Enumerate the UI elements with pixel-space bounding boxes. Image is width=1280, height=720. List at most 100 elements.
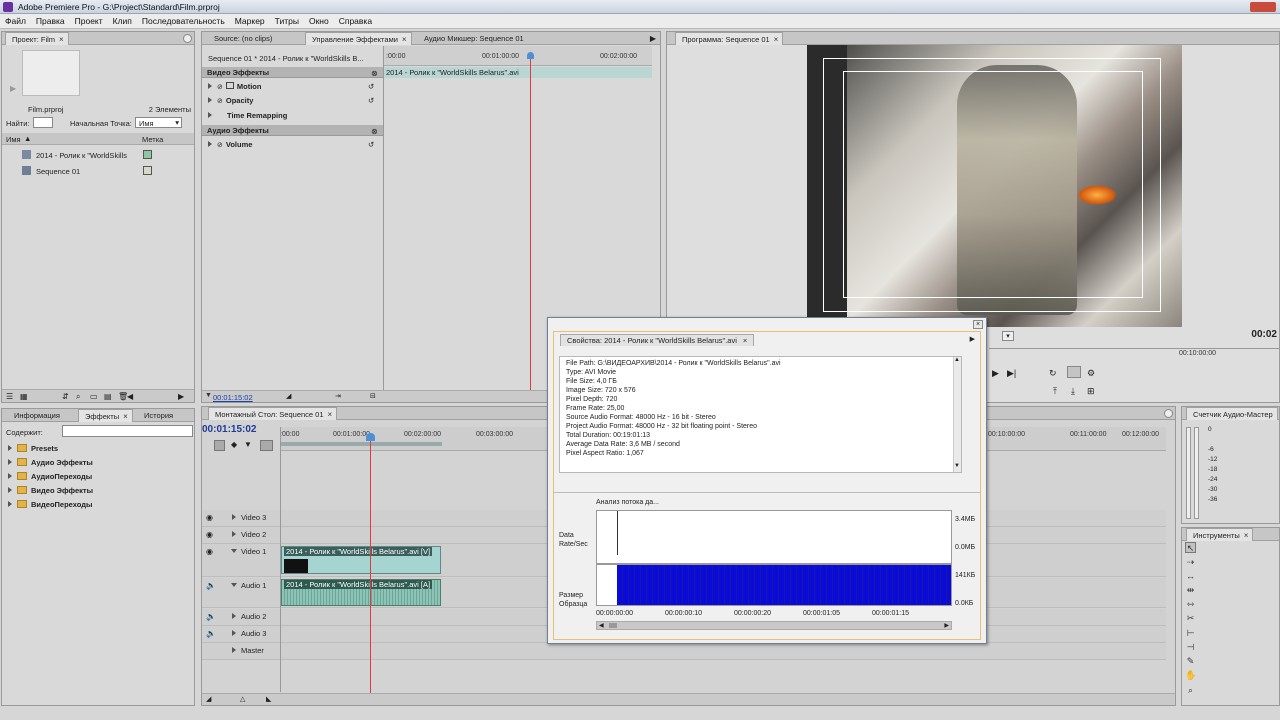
folder-video-transitions[interactable]: ВидеоПереходы bbox=[2, 498, 194, 512]
eye-icon[interactable]: ◉ bbox=[206, 530, 213, 539]
tab-info[interactable]: Информация bbox=[8, 409, 64, 422]
menu-marker[interactable]: Маркер bbox=[230, 14, 270, 26]
tab-program[interactable]: Программа: Sequence 01 × bbox=[675, 32, 784, 45]
fx-toggle-icon[interactable]: ⊘ bbox=[217, 98, 223, 105]
folder-audio-transitions[interactable]: АудиоПереходы bbox=[2, 470, 194, 484]
razor-tool-icon[interactable]: ✂ bbox=[1185, 613, 1196, 624]
track-master[interactable]: Master bbox=[202, 643, 1166, 660]
expand-triangle-icon[interactable] bbox=[208, 112, 212, 118]
menu-window[interactable]: Окно bbox=[304, 14, 334, 26]
scroll-thumb[interactable] bbox=[609, 623, 617, 628]
close-icon[interactable]: × bbox=[743, 336, 747, 345]
expand-triangle-icon[interactable] bbox=[208, 97, 212, 103]
panel-menu-button[interactable] bbox=[1164, 409, 1173, 418]
close-window-button[interactable] bbox=[1250, 2, 1276, 12]
scroll-down-icon[interactable]: ▼ bbox=[954, 463, 960, 469]
folder-audio-effects[interactable]: Аудио Эффекты bbox=[2, 456, 194, 470]
properties-text-box[interactable]: File Path: G:\ВИДЕОАРХИВ\2014 - Ролик к … bbox=[559, 356, 962, 473]
video-clip[interactable]: 2014 - Ролик к "WorldSkills Belarus".avi… bbox=[281, 546, 441, 574]
col-label[interactable]: Метка bbox=[142, 135, 163, 144]
scroll-left-icon[interactable]: ◀ bbox=[599, 622, 604, 629]
tab-history[interactable]: История bbox=[138, 409, 177, 422]
effect-row-opacity[interactable]: ⊘ Opacity ↺ bbox=[202, 94, 383, 108]
find-icon[interactable]: ⌕ bbox=[76, 392, 80, 402]
close-icon[interactable]: × bbox=[328, 410, 333, 419]
zoom-slider-icon[interactable]: ◢ bbox=[286, 392, 291, 400]
expand-triangle-icon[interactable] bbox=[231, 583, 237, 587]
close-icon[interactable]: × bbox=[1244, 531, 1249, 540]
new-bin-icon[interactable]: ▭ bbox=[90, 392, 98, 401]
menu-file[interactable]: Файл bbox=[0, 14, 31, 26]
list-item[interactable]: Sequence 01 bbox=[2, 164, 194, 178]
eye-icon[interactable]: ◉ bbox=[206, 513, 213, 522]
play-button[interactable]: ▶ bbox=[992, 368, 999, 379]
speaker-icon[interactable]: 🔈 bbox=[206, 629, 216, 638]
rolling-edit-tool-icon[interactable]: ⇹ bbox=[1185, 585, 1196, 596]
marker-icon[interactable]: ◆ bbox=[231, 440, 237, 449]
marker-add-icon[interactable]: ▼ bbox=[244, 440, 252, 449]
tab-source[interactable]: Source: (no clips) bbox=[208, 32, 276, 45]
close-icon[interactable]: × bbox=[774, 35, 779, 44]
menu-titles[interactable]: Титры bbox=[270, 14, 304, 26]
output-button[interactable]: ⚙ bbox=[1087, 368, 1095, 379]
expand-triangle-icon[interactable] bbox=[8, 459, 12, 465]
new-item-icon[interactable]: ▤ bbox=[104, 392, 112, 401]
scroll-up-icon[interactable]: ▲ bbox=[954, 357, 960, 363]
selection-tool-icon[interactable]: ↖ bbox=[1185, 542, 1196, 553]
ripple-edit-tool-icon[interactable]: ↔ bbox=[1185, 571, 1196, 582]
rate-stretch-tool-icon[interactable]: ⇿ bbox=[1185, 599, 1196, 610]
menu-edit[interactable]: Правка bbox=[31, 14, 70, 26]
automate-icon[interactable]: ⇵ bbox=[62, 392, 69, 401]
zoom-in-icon[interactable]: ◣ bbox=[266, 695, 271, 703]
safe-margins-button[interactable] bbox=[1067, 366, 1081, 378]
hand-tool-icon[interactable]: ✋ bbox=[1185, 670, 1196, 681]
properties-scrollbar[interactable]: ▲ ▼ bbox=[953, 357, 961, 472]
zoom-in-icon[interactable]: ⇥ bbox=[335, 392, 341, 400]
effect-row-motion[interactable]: ⊘ Motion ↺ bbox=[202, 80, 383, 94]
tab-effect-controls[interactable]: Управление Эффектами × bbox=[305, 32, 412, 45]
panel-arrow-icon[interactable]: ▶ bbox=[650, 34, 656, 43]
scroll-right-icon[interactable]: ▶ bbox=[944, 622, 949, 629]
snap-icon[interactable] bbox=[214, 440, 225, 451]
expand-triangle-icon[interactable] bbox=[208, 83, 212, 89]
tab-effects[interactable]: Эффекты × bbox=[78, 409, 133, 422]
video-frame[interactable] bbox=[807, 45, 1182, 327]
dialog-close-button[interactable]: × bbox=[973, 320, 983, 329]
zoom-out-icon[interactable]: ◢ bbox=[206, 695, 211, 703]
expand-triangle-icon[interactable] bbox=[232, 514, 236, 520]
slide-tool-icon[interactable]: ⊣ bbox=[1185, 642, 1196, 653]
expand-triangle-icon[interactable] bbox=[231, 549, 237, 553]
step-forward-button[interactable]: ▶| bbox=[1007, 368, 1016, 379]
audio-toggle-icon[interactable]: ⊟ bbox=[370, 392, 376, 400]
loop-button[interactable]: ↻ bbox=[1049, 368, 1057, 379]
zoom-slider-icon[interactable]: △ bbox=[240, 695, 245, 703]
tab-audio-mixer[interactable]: Аудио Микшер: Sequence 01 bbox=[418, 32, 528, 45]
track-select-tool-icon[interactable]: ⇢ bbox=[1185, 557, 1196, 568]
collapse-icon[interactable]: ⊗ bbox=[371, 127, 378, 136]
lift-button[interactable]: ⤒ bbox=[1053, 386, 1057, 397]
fx-toggle-icon[interactable]: ⊘ bbox=[217, 142, 223, 149]
list-item[interactable]: 2014 - Ролик к "WorldSkills bbox=[2, 148, 194, 162]
panel-arrow-icon[interactable]: ▶ bbox=[970, 335, 975, 343]
folder-presets[interactable]: Presets bbox=[2, 442, 194, 456]
speaker-icon[interactable]: 🔈 bbox=[206, 612, 216, 621]
close-icon[interactable]: × bbox=[402, 35, 407, 44]
expand-triangle-icon[interactable] bbox=[8, 473, 12, 479]
reset-icon[interactable]: ↺ bbox=[368, 140, 374, 149]
work-area-icon[interactable] bbox=[260, 440, 273, 451]
trim-button[interactable]: ⊞ bbox=[1087, 386, 1095, 397]
expand-triangle-icon[interactable] bbox=[8, 487, 12, 493]
close-icon[interactable]: × bbox=[59, 35, 64, 44]
effects-search-input[interactable] bbox=[62, 425, 193, 437]
timeline-timecode[interactable]: 00:01:15:02 bbox=[202, 424, 256, 435]
expand-triangle-icon[interactable] bbox=[232, 531, 236, 537]
fx-toggle-icon[interactable]: ⊘ bbox=[217, 84, 223, 91]
scroll-left-icon[interactable]: ◀ bbox=[127, 392, 133, 401]
clip-bar[interactable]: 2014 - Ролик к "WorldSkills Belarus".avi bbox=[384, 67, 652, 78]
effect-row-time-remapping[interactable]: Time Remapping bbox=[202, 109, 383, 123]
collapse-icon[interactable]: ⊗ bbox=[371, 69, 378, 78]
reset-icon[interactable]: ↺ bbox=[368, 96, 374, 105]
scroll-right-icon[interactable]: ▶ bbox=[178, 392, 184, 401]
current-time[interactable]: 00:01:15:02 bbox=[213, 393, 253, 402]
tab-project[interactable]: Проект: Film × bbox=[5, 32, 69, 45]
